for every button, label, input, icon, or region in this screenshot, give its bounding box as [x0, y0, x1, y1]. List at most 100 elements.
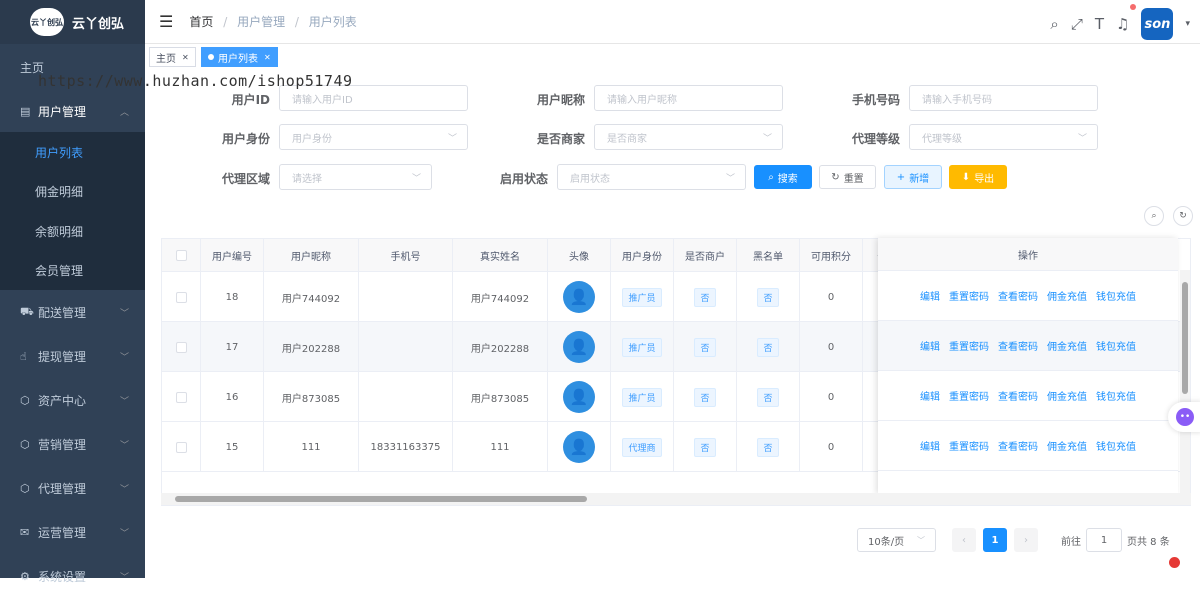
select-all-checkbox[interactable] [175, 249, 187, 261]
row-checkbox[interactable] [175, 391, 187, 403]
prev-page-button[interactable]: ‹ [952, 528, 976, 552]
toggle-search-button[interactable]: ⌕ [1144, 206, 1164, 226]
sidebar-item-operations[interactable]: ✉ 运营管理 ﹀ [0, 512, 145, 552]
row-checkbox[interactable] [175, 291, 187, 303]
add-button[interactable]: + 新增 [884, 165, 942, 189]
vertical-scroll-thumb[interactable] [1182, 282, 1188, 394]
breadcrumb-separator: / [223, 15, 228, 29]
commission-recharge-link[interactable]: 佣金充值 [1047, 338, 1087, 353]
sidebar-item-marketing[interactable]: ⬡ 营销管理 ﹀ [0, 424, 145, 464]
chevron-down-icon: ﹀ [411, 173, 421, 184]
row-select-cell [162, 422, 201, 472]
button-label: 重置 [843, 173, 864, 185]
floating-assistant-button[interactable]: •• [1168, 402, 1200, 432]
refresh-icon: ↻ [831, 171, 840, 183]
tag-user-list[interactable]: 用户列表 ✕ [201, 47, 278, 67]
nickname-input[interactable]: 请输入用户昵称 [594, 85, 783, 111]
wallet-recharge-link[interactable]: 钱包充值 [1096, 438, 1136, 453]
view-password-link[interactable]: 查看密码 [998, 288, 1038, 303]
cell-points: 0 [800, 322, 863, 372]
reset-password-link[interactable]: 重置密码 [949, 388, 989, 403]
chevron-down-icon: ﹀ [119, 396, 129, 407]
horizontal-scroll-thumb[interactable] [175, 496, 587, 502]
reset-password-link[interactable]: 重置密码 [949, 338, 989, 353]
sidebar-item-agent[interactable]: ⬡ 代理管理 ﹀ [0, 468, 145, 508]
avatar[interactable]: 👤 [563, 431, 595, 463]
chevron-right-icon: › [1014, 528, 1038, 552]
view-password-link[interactable]: 查看密码 [998, 388, 1038, 403]
search-icon[interactable]: ⌕ [1050, 15, 1058, 33]
avatar[interactable]: 👤 [563, 381, 595, 413]
status-select[interactable]: 启用状态 ﹀ [557, 164, 746, 190]
horizontal-scrollbar[interactable] [161, 493, 1191, 505]
logo-mark: 云丫创弘 [30, 8, 64, 36]
sidebar-item-withdraw[interactable]: ☝ 提现管理 ﹀ [0, 336, 145, 376]
sidebar-item-assets[interactable]: ⬡ 资产中心 ﹀ [0, 380, 145, 420]
page-number-label: 1 [983, 528, 1007, 552]
sidebar-item-member[interactable]: 会员管理 [0, 250, 145, 290]
row-checkbox[interactable] [175, 441, 187, 453]
agent-area-select[interactable]: 请选择 ﹀ [279, 164, 432, 190]
avatar[interactable]: 👤 [563, 281, 595, 313]
export-button[interactable]: ⬇ 导出 [949, 165, 1007, 189]
tag-home[interactable]: 主页 ✕ [149, 47, 196, 67]
row-checkbox[interactable] [175, 341, 187, 353]
breadcrumb-home[interactable]: 首页 [189, 15, 213, 29]
sidebar-item-system[interactable]: ⚙ 系统设置 ﹀ [0, 556, 145, 596]
search-button[interactable]: ⌕ 搜索 [754, 165, 812, 189]
edit-link[interactable]: 编辑 [920, 338, 940, 353]
sidebar-item-balance[interactable]: 余额明细 [0, 211, 145, 251]
close-icon[interactable]: ✕ [264, 53, 271, 62]
chevron-down-icon: ﹀ [119, 528, 129, 539]
commission-recharge-link[interactable]: 佣金充值 [1047, 288, 1087, 303]
bell-icon[interactable]: ♫ [1116, 15, 1129, 33]
font-size-icon[interactable]: T [1095, 15, 1104, 33]
view-password-link[interactable]: 查看密码 [998, 338, 1038, 353]
agent-level-select[interactable]: 代理等级 ﹀ [909, 124, 1098, 150]
sidebar-item-label: 佣金明细 [35, 184, 84, 199]
phone-input[interactable]: 请输入手机号码 [909, 85, 1098, 111]
wallet-recharge-link[interactable]: 钱包充值 [1096, 338, 1136, 353]
fullscreen-icon[interactable]: ⤢ [1071, 15, 1083, 33]
cell-nickname: 用户873085 [264, 372, 359, 422]
filter-label-agent-area: 代理区域 [221, 172, 270, 186]
sidebar-item-commission[interactable]: 佣金明细 [0, 171, 145, 211]
reset-password-link[interactable]: 重置密码 [949, 438, 989, 453]
column-header: 用户编号 [201, 239, 264, 272]
floating-red-dot[interactable] [1169, 557, 1180, 568]
close-icon[interactable]: ✕ [182, 53, 189, 62]
sidebar-item-user-management[interactable]: ▤ 用户管理 ︿ [0, 91, 145, 131]
page-size-select[interactable]: 10条/页 ﹀ [857, 528, 936, 552]
wallet-recharge-link[interactable]: 钱包充值 [1096, 388, 1136, 403]
goto-label: 前往 [1061, 536, 1081, 548]
navbar-tools: ⌕ ⤢ T ♫ son ▾ [1050, 8, 1190, 40]
caret-down-icon[interactable]: ▾ [1185, 19, 1190, 29]
next-page-button[interactable]: › [1014, 528, 1038, 552]
user-avatar[interactable]: son [1141, 8, 1174, 40]
edit-link[interactable]: 编辑 [920, 438, 940, 453]
sidebar-item-delivery[interactable]: ⛟ 配送管理 ﹀ [0, 292, 145, 332]
commission-recharge-link[interactable]: 佣金充值 [1047, 388, 1087, 403]
cell-merchant: 否 [674, 422, 737, 472]
page-number-current[interactable]: 1 [983, 528, 1007, 552]
reset-button[interactable]: ↻ 重置 [819, 165, 876, 189]
edit-link[interactable]: 编辑 [920, 388, 940, 403]
cell-points: 0 [800, 422, 863, 472]
goto-page: 前往 1 页共 8 条 [1061, 528, 1170, 552]
goto-page-input[interactable]: 1 [1086, 528, 1122, 552]
commission-recharge-link[interactable]: 佣金充值 [1047, 438, 1087, 453]
edit-link[interactable]: 编辑 [920, 288, 940, 303]
logo[interactable]: 云丫创弘 云丫创弘 [0, 0, 145, 44]
notification-dot [1130, 4, 1136, 10]
cell-id: 16 [201, 372, 264, 422]
view-password-link[interactable]: 查看密码 [998, 438, 1038, 453]
wallet-recharge-link[interactable]: 钱包充值 [1096, 288, 1136, 303]
merchant-select[interactable]: 是否商家 ﹀ [594, 124, 783, 150]
avatar[interactable]: 👤 [563, 331, 595, 363]
hamburger-icon[interactable]: ☰ [159, 12, 173, 31]
refresh-table-button[interactable]: ↻ [1173, 206, 1193, 226]
reset-password-link[interactable]: 重置密码 [949, 288, 989, 303]
vertical-scrollbar[interactable] [1180, 270, 1190, 495]
identity-select[interactable]: 用户身份 ﹀ [279, 124, 468, 150]
sidebar-item-user-list[interactable]: 用户列表 [0, 132, 145, 172]
